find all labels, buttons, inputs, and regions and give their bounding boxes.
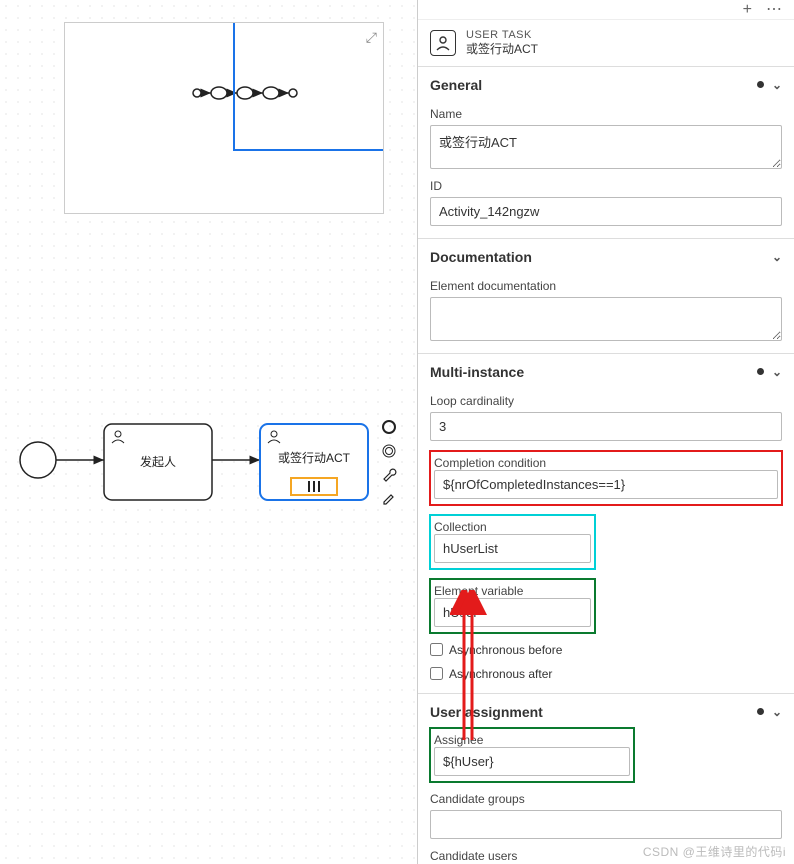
properties-panel: + ⋯ USER TASK 或签行动ACT General ⌄ Name	[417, 0, 794, 864]
context-pad	[380, 418, 398, 508]
marker-dot-icon	[757, 368, 764, 375]
plus-icon[interactable]: +	[743, 2, 752, 18]
highlight-completion: Completion condition	[430, 451, 782, 505]
diagram-canvas[interactable]: ⤢ 发起人	[0, 0, 417, 864]
collection-label: Collection	[434, 520, 487, 534]
expand-icon[interactable]: ⤢	[366, 29, 377, 46]
element-variable-input[interactable]	[434, 598, 591, 627]
section-header[interactable]: Documentation ⌄	[418, 239, 794, 273]
id-label: ID	[430, 179, 782, 193]
context-intermediate-event-icon[interactable]	[380, 442, 398, 460]
documentation-input[interactable]	[430, 297, 782, 341]
chevron-down-icon: ⌄	[772, 78, 782, 92]
context-wrench-icon[interactable]	[380, 466, 398, 484]
candidate-users-label: Candidate users	[430, 849, 782, 863]
more-icon[interactable]: ⋯	[766, 2, 782, 18]
doc-label: Element documentation	[430, 279, 782, 293]
bpmn-diagram[interactable]: 发起人 或签行动ACT	[16, 418, 416, 543]
context-end-event-icon[interactable]	[380, 418, 398, 436]
name-label: Name	[430, 107, 782, 121]
loop-cardinality-input[interactable]	[430, 412, 782, 441]
marker-dot-icon	[757, 81, 764, 88]
chevron-down-icon: ⌄	[772, 250, 782, 264]
panel-titlebar: + ⋯	[418, 0, 794, 20]
section-multi-instance: Multi-instance ⌄ Loop cardinality Comple…	[418, 354, 794, 694]
async-before-checkbox[interactable]: Asynchronous before	[430, 643, 782, 657]
section-user-assignment: User assignment ⌄ Assignee Candidate gro…	[418, 694, 794, 864]
element-type: USER TASK	[466, 28, 538, 42]
task-initiator[interactable]: 发起人	[104, 424, 212, 500]
section-documentation: Documentation ⌄ Element documentation	[418, 239, 794, 354]
completion-condition-input[interactable]	[434, 470, 778, 499]
assignee-input[interactable]	[434, 747, 630, 776]
section-header[interactable]: Multi-instance ⌄	[418, 354, 794, 388]
chevron-down-icon: ⌄	[772, 705, 782, 719]
context-edit-icon[interactable]	[380, 490, 398, 508]
id-input[interactable]	[430, 197, 782, 226]
highlight-assignee: Assignee	[430, 728, 634, 782]
name-input[interactable]	[430, 125, 782, 169]
panel-header: USER TASK 或签行动ACT	[418, 20, 794, 67]
loop-cardinality-label: Loop cardinality	[430, 394, 782, 408]
marker-dot-icon	[757, 708, 764, 715]
candidate-groups-label: Candidate groups	[430, 792, 782, 806]
highlight-element-variable: Element variable	[430, 579, 595, 633]
task-label: 发起人	[140, 454, 176, 469]
collection-input[interactable]	[434, 534, 591, 563]
task-or-sign[interactable]: 或签行动ACT	[260, 424, 368, 500]
start-event[interactable]	[20, 442, 56, 478]
async-after-checkbox[interactable]: Asynchronous after	[430, 667, 782, 681]
element-name: 或签行动ACT	[466, 42, 538, 58]
task-label: 或签行动ACT	[278, 450, 351, 465]
chevron-down-icon: ⌄	[772, 365, 782, 379]
completion-condition-label: Completion condition	[434, 456, 546, 470]
element-variable-label: Element variable	[434, 584, 523, 598]
section-general: General ⌄ Name ID	[418, 67, 794, 239]
section-header[interactable]: User assignment ⌄	[418, 694, 794, 728]
section-header[interactable]: General ⌄	[418, 67, 794, 101]
minimap-viewport	[233, 23, 383, 151]
assignee-label: Assignee	[434, 733, 483, 747]
minimap[interactable]: ⤢	[64, 22, 384, 214]
highlight-collection: Collection	[430, 515, 595, 569]
user-task-icon	[430, 30, 456, 56]
candidate-groups-input[interactable]	[430, 810, 782, 839]
